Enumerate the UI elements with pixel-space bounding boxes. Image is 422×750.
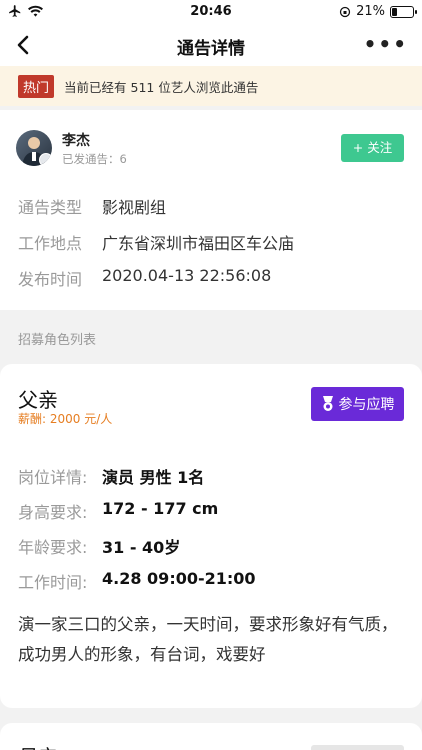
requirement-row-work-time: 工作时间: 4.28 09:00-21:00 [18,569,256,593]
requirement-value: 31 - 40岁 [102,538,181,557]
status-right: 21% [339,4,417,19]
requirement-label: 年龄要求: [18,538,88,557]
requirement-row-age: 年龄要求: 31 - 40岁 [18,534,180,558]
page-title: 通告详情 [177,39,245,59]
requirement-label: 岗位详情: [18,468,88,487]
navigation-bar: 通告详情 ••• [0,24,422,66]
apply-label: 参与应聘 [338,397,395,413]
role-title: 母亲 [18,741,58,750]
avatar[interactable] [16,130,52,166]
requirement-value: 172 - 177 cm [102,499,219,518]
info-value: 影视剧组 [102,198,167,217]
publisher-name[interactable]: 李杰 [62,130,90,150]
hot-notice-banner: 热门 当前已经有 511 位艺人浏览此通告 [0,66,422,106]
role-description: 演一家三口的父亲，一天时间，要求形象好有气质，成功男人的形象，有台词，戏要好 [18,615,398,664]
role-title: 父亲 [18,388,58,412]
more-options-button[interactable]: ••• [364,34,408,54]
requirement-value: 4.28 09:00-21:00 [102,569,256,588]
role-salary: 薪酬: 2000 元/人 [18,412,113,426]
status-bar: 20:46 21% [0,0,422,24]
role-card-next: 母亲 [0,723,422,750]
info-value: 2020.04-13 22:56:08 [102,266,272,285]
info-row-type: 通告类型 影视剧组 [18,194,166,218]
info-value: 广东省深圳市福田区车公庙 [102,234,295,253]
medal-icon [322,396,333,411]
posted-count: 已发通告：6 [62,152,127,166]
info-row-publish-time: 发布时间 2020.04-13 22:56:08 [18,266,271,290]
requirement-value: 演员 男性 1名 [102,468,205,487]
apply-button[interactable] [311,745,404,750]
info-label: 工作地点 [18,234,83,253]
publisher-card: 李杰 已发通告：6 + 关注 通告类型 影视剧组 工作地点 广东省深圳市福田区车… [0,110,422,310]
verified-badge-icon [39,153,52,166]
info-row-location: 工作地点 广东省深圳市福田区车公庙 [18,230,294,254]
requirement-label: 工作时间: [18,573,88,592]
apply-button[interactable]: 参与应聘 [311,387,404,421]
info-label: 发布时间 [18,270,83,289]
requirement-label: 身高要求: [18,503,88,522]
hot-tag: 热门 [18,74,55,98]
role-card: 父亲 薪酬: 2000 元/人 参与应聘 岗位详情: 演员 男性 1名 身高要求… [0,364,422,708]
info-label: 通告类型 [18,198,83,217]
section-label-roles: 招募角色列表 [18,333,97,348]
notice-text: 当前已经有 511 位艺人浏览此通告 [64,79,259,95]
orientation-lock-icon [339,6,351,17]
battery-percent: 21% [356,4,385,19]
requirement-row-position: 岗位详情: 演员 男性 1名 [18,464,204,488]
battery-icon [390,5,417,18]
requirement-row-height: 身高要求: 172 - 177 cm [18,499,218,523]
follow-button[interactable]: + 关注 [341,134,404,162]
